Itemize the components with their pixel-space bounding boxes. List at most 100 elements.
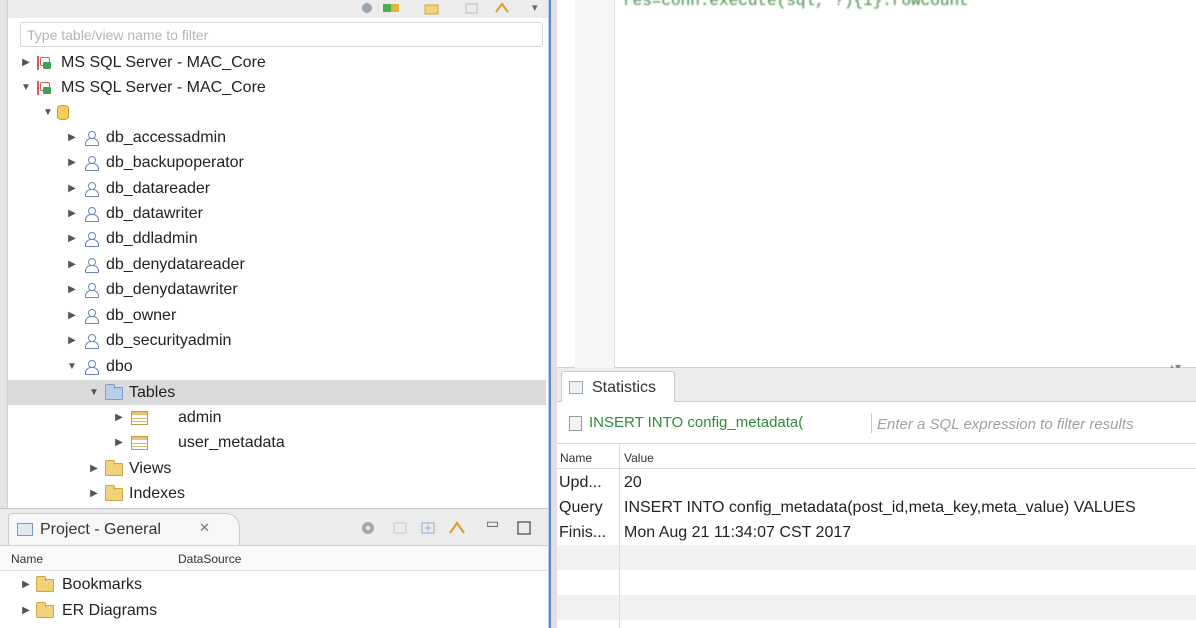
connect-icon[interactable] [360, 1, 376, 15]
folder-icon [105, 485, 123, 501]
tree-item-role[interactable]: ▶ db_denydatareader [8, 252, 546, 277]
expand-arrow-icon[interactable]: ▶ [66, 277, 78, 302]
editor-code-line[interactable]: res=conn.execute(sql, ?){1}.rowcount [623, 0, 969, 10]
tree-item-role[interactable]: ▶ db_securityadmin [8, 328, 546, 353]
cell-value[interactable]: Mon Aug 21 11:34:07 CST 2017 [624, 520, 851, 545]
bookmarks-folder-icon [36, 576, 54, 592]
tree-item-indexes-folder[interactable]: ▶ Indexes [8, 481, 546, 506]
role-icon [85, 207, 99, 222]
tree-item-views-folder[interactable]: ▶ Views [8, 456, 546, 481]
tree-item-table[interactable]: ▶ user_metadata [8, 430, 546, 455]
tree-item-connection[interactable]: ▼ MS SQL Server - MAC_Core [8, 75, 546, 100]
tree-item-role[interactable]: ▶ db_owner [8, 303, 546, 328]
role-icon [85, 360, 99, 375]
column-divider [619, 445, 620, 628]
cell-value[interactable]: INSERT INTO config_metadata(post_id,meta… [624, 495, 1136, 520]
tab-project-general[interactable]: Project - General ✕ [8, 513, 240, 545]
project-item-bookmarks[interactable]: ▶ Bookmarks [0, 572, 548, 597]
statistics-tab-label: Statistics [592, 379, 657, 396]
column-datasource[interactable]: DataSource [178, 552, 241, 566]
results-filter-input[interactable] [877, 411, 1196, 437]
tree-item-label: db_owner [106, 307, 177, 324]
tree-item-role[interactable]: ▶ db_ddladmin [8, 226, 546, 251]
expand-arrow-icon[interactable]: ▶ [113, 405, 125, 430]
expand-arrow-icon[interactable]: ▶ [20, 572, 32, 597]
tree-item-label: MS SQL Server - MAC_Core [61, 79, 266, 96]
folder-icon[interactable] [424, 1, 440, 15]
expand-arrow-icon[interactable]: ▶ [66, 125, 78, 150]
table-icon [131, 436, 148, 450]
cell-name[interactable]: Upd... [559, 470, 617, 495]
cell-name[interactable]: Query [559, 495, 617, 520]
results-panel: Statistics INSERT INTO config_metadata( … [557, 368, 1196, 628]
collapse-arrow-icon[interactable]: ▼ [66, 354, 78, 379]
maximize-icon[interactable] [516, 520, 532, 536]
tree-item-label: db_datareader [106, 180, 211, 197]
tree-item-database[interactable]: ▼ [8, 100, 546, 125]
tree-item-role[interactable]: ▶ db_datawriter [8, 201, 546, 226]
tree-item-role[interactable]: ▶ db_backupoperator [8, 150, 546, 175]
project-panel-header: Project - General ✕ ▭ [0, 509, 548, 546]
expand-arrow-icon[interactable]: ▶ [20, 598, 32, 623]
navigator-filter-input[interactable] [20, 22, 543, 47]
expand-all-icon[interactable] [420, 520, 436, 536]
expand-arrow-icon[interactable]: ▶ [66, 201, 78, 226]
tree-item-label: db_backupoperator [106, 154, 244, 171]
server-icon [37, 56, 53, 70]
column-name[interactable]: Name [11, 552, 43, 566]
table-icon [131, 411, 148, 425]
expand-arrow-icon[interactable]: ▶ [66, 252, 78, 277]
tree-item-label: db_denydatawriter [106, 281, 238, 298]
statistics-grid: Name Value Upd... 20 Query INSERT INTO c… [557, 445, 1196, 628]
tree-item-role[interactable]: ▶ db_denydatawriter [8, 277, 546, 302]
cell-value[interactable]: 20 [624, 470, 642, 495]
close-icon[interactable]: ✕ [199, 520, 210, 536]
tree-item-table[interactable]: ▶ admin [8, 405, 546, 430]
sql-editor[interactable]: res=conn.execute(sql, ?){1}.rowcount ▴▾ [557, 0, 1196, 374]
collapse-arrow-icon[interactable]: ▼ [42, 100, 54, 125]
expand-arrow-icon[interactable]: ▶ [88, 481, 100, 506]
expand-arrow-icon[interactable]: ▶ [113, 430, 125, 455]
tree-item-schema[interactable]: ▼ dbo [8, 354, 546, 379]
collapse-icon[interactable] [464, 1, 480, 15]
filter-separator [871, 413, 872, 433]
folder-icon [105, 460, 123, 476]
tree-item-tables-folder[interactable]: ▼ Tables [8, 380, 546, 405]
editor-line-gutter [575, 0, 615, 368]
project-tab-title: Project - General [40, 521, 161, 538]
tree-item-label: admin [178, 409, 222, 426]
expand-arrow-icon[interactable]: ▶ [66, 303, 78, 328]
results-filter-bar: INSERT INTO config_metadata( [557, 402, 1196, 444]
minimize-icon[interactable]: ▭ [486, 515, 502, 531]
server-icon [37, 81, 53, 95]
column-value[interactable]: Value [624, 451, 654, 465]
tab-statistics[interactable]: Statistics [561, 371, 675, 402]
expand-arrow-icon[interactable]: ▶ [66, 176, 78, 201]
expand-arrow-icon[interactable]: ▶ [20, 50, 32, 75]
tree-item-role[interactable]: ▶ db_datareader [8, 176, 546, 201]
empty-row [557, 595, 1196, 620]
table-row[interactable]: Finis... Mon Aug 21 11:34:07 CST 2017 [557, 520, 1196, 545]
collapse-all-icon[interactable] [392, 520, 408, 536]
table-row[interactable]: Upd... 20 [557, 470, 1196, 495]
expand-arrow-icon[interactable]: ▶ [66, 226, 78, 251]
tree-item-role[interactable]: ▶ db_accessadmin [8, 125, 546, 150]
sql-script-icon [569, 416, 582, 431]
gear-icon[interactable] [360, 520, 376, 536]
new-connection-icon[interactable] [382, 1, 399, 15]
link-with-editor-icon[interactable] [448, 520, 465, 536]
project-item-er-diagrams[interactable]: ▶ ER Diagrams [0, 598, 548, 623]
column-name[interactable]: Name [560, 451, 592, 465]
table-row[interactable]: Query INSERT INTO config_metadata(post_i… [557, 495, 1196, 520]
view-menu-icon[interactable]: ▾ [532, 1, 548, 15]
cell-name[interactable]: Finis... [559, 520, 617, 545]
expand-arrow-icon[interactable]: ▶ [88, 456, 100, 481]
link-icon[interactable] [494, 1, 510, 15]
collapse-arrow-icon[interactable]: ▼ [20, 75, 32, 100]
collapse-arrow-icon[interactable]: ▼ [88, 380, 100, 405]
expand-arrow-icon[interactable]: ▶ [66, 150, 78, 175]
panel-divider[interactable] [549, 0, 557, 628]
tree-item-connection[interactable]: ▶ MS SQL Server - MAC_Core [8, 50, 546, 75]
database-navigator-panel: ▾ ▶ MS SQL Server - MAC_Core ▼ MS SQL Se… [0, 0, 549, 628]
expand-arrow-icon[interactable]: ▶ [66, 328, 78, 353]
